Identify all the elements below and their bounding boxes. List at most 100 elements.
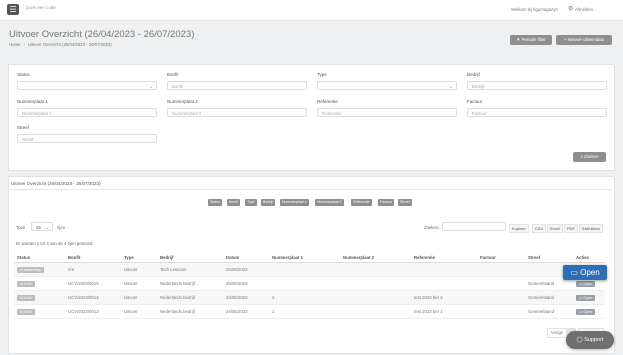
cell-nummerplaat1 (269, 262, 340, 277)
table-row[interactable]: In Orde UCV/2023/0014 Uitvoer Nederlands… (14, 290, 605, 305)
col-status[interactable]: Status (14, 252, 65, 263)
cell-type: Uitvoer (121, 290, 157, 305)
support-button[interactable]: ◯ Support (566, 331, 614, 349)
results-table: Status Bonfit Type Bedrijf Datum Nummerp… (14, 252, 605, 319)
open-button[interactable]: ▭ Open (576, 294, 596, 301)
type-select[interactable]: ⌄ (317, 81, 457, 90)
chevron-down-icon: ⌄ (449, 84, 453, 89)
colvis-bedrijf[interactable]: Bedrijf (261, 199, 276, 206)
bedrijf-input[interactable]: Bedrijf (467, 81, 607, 90)
table-row[interactable]: In Orde UCV/2023/0013 Uitvoer Nederlands… (14, 304, 605, 319)
nummerplaat2-label: Nummerplaat 2 (167, 99, 198, 104)
cell-bedrijf: Nederlands bedrijf (157, 290, 223, 305)
col-bonfit[interactable]: Bonfit (65, 252, 121, 263)
open-button[interactable]: ▭ Open (576, 308, 596, 315)
kopieer-button[interactable]: Kopieer (509, 224, 529, 233)
table-search-input[interactable] (442, 222, 506, 231)
afdrukken-button[interactable]: Afdrukken (579, 224, 604, 233)
cell-bonfit: UCV/2023/0013 (65, 304, 121, 319)
colvis-status[interactable]: Status (208, 199, 223, 206)
col-datum[interactable]: Datum (223, 252, 269, 263)
cell-nummerplaat1: 1 (269, 304, 340, 319)
cell-nummerplaat2 (340, 304, 411, 319)
factuur-label: Factuur (467, 99, 483, 104)
table-row[interactable]: In afwachting n/a Uitvoer Tech Lessons 2… (14, 262, 605, 277)
cell-datum: 25/05/2023 (223, 276, 269, 291)
colvis-bonfit[interactable]: Bonfit (227, 199, 241, 206)
streef-label: Streef (17, 125, 30, 130)
breadcrumb: Home › Uitvoer Overzicht (26/04/2023 - 26/… (9, 42, 112, 47)
cell-bonfit: UCV/2023/0015 (65, 276, 121, 291)
bonfit-label: Bonfit (167, 72, 179, 77)
colvis-referentie[interactable]: Referentie (351, 199, 372, 206)
table-row[interactable]: In Orde UCV/2023/0015 Uitvoer Nederlands… (14, 276, 605, 291)
col-factuur[interactable]: Factuur (477, 252, 525, 263)
cell-datum: 24/05/2023 (223, 290, 269, 305)
breadcrumb-home[interactable]: Home (9, 42, 20, 47)
csv-button[interactable]: CSV (532, 224, 547, 233)
cell-bedrijf: Tech Lessons (157, 262, 223, 277)
filter-card: Status ⌄ Bonfit Bonfit Type ⌄ Bedrijf Be… (8, 64, 615, 171)
cell-factuur (477, 262, 525, 277)
divider (8, 189, 613, 190)
status-select[interactable]: ⌄ (17, 81, 157, 90)
factuur-input[interactable]: Factuur (467, 108, 607, 117)
breadcrumb-current: Uitvoer Overzicht (26/04/2023 - 26/07/20… (27, 42, 112, 47)
col-bedrijf[interactable]: Bedrijf (157, 252, 223, 263)
cell-type: Uitvoer (121, 262, 157, 277)
cell-factuur (477, 304, 525, 319)
status-label: Status (17, 72, 30, 77)
menu-icon[interactable]: ☰ (7, 4, 19, 15)
periode-filter-button[interactable]: ▼ Periode filter (510, 35, 552, 45)
nieuwe-uitleendata-button[interactable]: + Nieuwe uitleendata (556, 35, 612, 45)
nummerplaat2-input[interactable]: Nummerplaat 2 (167, 108, 307, 117)
page-title: Uitvoer Overzicht (26/04/2023 - 26/07/20… (9, 29, 195, 40)
status-badge: In Orde (17, 294, 35, 301)
bedrijf-label: Bedrijf (467, 72, 480, 77)
pdf-button[interactable]: PDF (564, 224, 578, 233)
nummerplaat1-input[interactable]: Nummerplaat 1 (17, 108, 157, 117)
excel-button[interactable]: Excel (547, 224, 563, 233)
col-type[interactable]: Type (121, 252, 157, 263)
folder-icon: ▭ (570, 268, 581, 277)
colvis-nummerplaat1[interactable]: Nummerplaat 1 (280, 199, 309, 206)
open-button-highlighted[interactable]: ▭ Open (563, 265, 607, 280)
table-info: Er worden 1 tot 4 van de 4 rijen getoond (16, 241, 93, 246)
cell-bonfit: UCV/2023/0014 (65, 290, 121, 305)
colvis-nummerplaat2[interactable]: Nummerplaat 2 (315, 199, 344, 206)
logout-link[interactable]: Afmelden (575, 7, 593, 12)
zoeken-button[interactable]: ⌕ Zoeken (573, 152, 606, 162)
colvis-factuur[interactable]: Factuur (378, 199, 395, 206)
cell-nummerplaat2 (340, 276, 411, 291)
cell-datum: 24/05/2023 (223, 304, 269, 319)
gear-icon[interactable]: ⚙ (568, 5, 573, 12)
page-size-select[interactable]: 25 ⌄ (31, 222, 53, 231)
referentie-label: Referentie (317, 99, 338, 104)
col-nummerplaat1[interactable]: Nummerplaat 1 (269, 252, 340, 263)
status-badge: In Orde (17, 308, 35, 315)
status-badge: In Orde (17, 280, 35, 287)
col-referentie[interactable]: Referentie (411, 252, 477, 263)
cell-referentie: test 2023 ber 2 (411, 290, 477, 305)
cell-factuur (477, 290, 525, 305)
cell-bedrijf: Nederlands bedrijf (157, 304, 223, 319)
cell-streef: Gemeerlaand (525, 304, 573, 319)
col-nummerplaat2[interactable]: Nummerplaat 2 (340, 252, 411, 263)
pager-prev[interactable]: Vorige (547, 328, 568, 338)
top-bar: ☰ Zoek een code Welkom bij bgomagazyn ⚙ … (0, 0, 623, 21)
col-streef[interactable]: Streef (525, 252, 573, 263)
results-title: Uitvoer Overzicht (26/04/2023 - 26/07/20… (11, 181, 101, 186)
referentie-input[interactable]: Referentie (317, 108, 457, 117)
cell-referentie (411, 276, 477, 291)
bonfit-input[interactable]: Bonfit (167, 81, 307, 90)
streef-input[interactable]: Streef (17, 134, 157, 143)
colvis-type[interactable]: Type (245, 199, 257, 206)
open-button[interactable]: ▭ Open (576, 280, 596, 287)
nummerplaat1-label: Nummerplaat 1 (17, 99, 48, 104)
rijen-label: rijen (57, 225, 66, 230)
cell-nummerplaat1 (269, 276, 340, 291)
top-search-input[interactable]: Zoek een code (26, 5, 56, 10)
status-badge: In afwachting (17, 266, 44, 273)
type-label: Type (317, 72, 327, 77)
colvis-streef[interactable]: Streef (398, 199, 412, 206)
